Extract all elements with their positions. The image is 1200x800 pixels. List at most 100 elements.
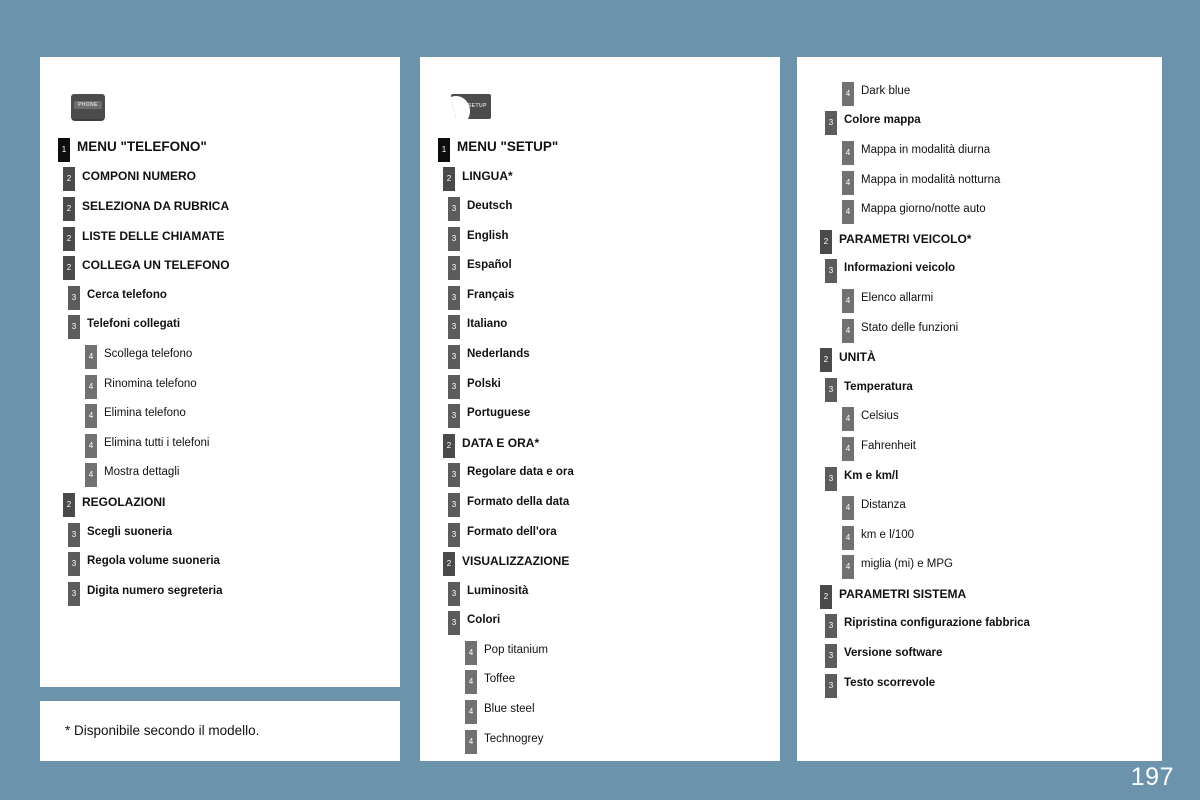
menu-item[interactable]: 4 Celsius — [797, 402, 1162, 432]
menu-level-badge: 2 — [63, 196, 75, 221]
menu-level-badge: 3 — [448, 522, 460, 547]
menu-item-label: Formato dell'ora — [467, 525, 557, 538]
menu-item[interactable]: 4 Distanza — [797, 490, 1162, 521]
menu-level-badge: 3 — [448, 256, 460, 281]
menu-item[interactable]: 3 Testo scorrevole — [797, 668, 1162, 698]
menu-item[interactable]: 3 Informazioni veicolo — [797, 254, 1162, 284]
menu-item[interactable]: 4 Elimina tutti i telefoni — [40, 428, 400, 458]
menu-item[interactable]: 4 Mappa in modalità notturna — [797, 165, 1162, 195]
menu-level-badge: 4 — [85, 344, 97, 369]
menu-level-badge: 3 — [448, 226, 460, 251]
menu-item-label: English — [467, 229, 509, 242]
menu-item[interactable]: 3 Français — [420, 280, 780, 310]
menu-item-label: LISTE DELLE CHIAMATE — [82, 228, 225, 243]
menu-item-label: SELEZIONA DA RUBRICA — [82, 198, 230, 213]
menu-item[interactable]: 3 Telefoni collegati — [40, 310, 400, 340]
menu-item[interactable]: 2 DATA E ORA* — [420, 428, 780, 458]
menu-item[interactable]: 1 MENU "SETUP" — [420, 132, 780, 162]
menu-item[interactable]: 3 Luminosità — [420, 576, 780, 606]
menu-item[interactable]: 2 VISUALIZZAZIONE — [420, 546, 780, 577]
menu-panel-setup-continued: 4 Dark blue 3 Colore mappa 4 Mappa in modalit… — [797, 57, 1162, 761]
menu-item-label: Luminosità — [467, 584, 529, 597]
footnote-panel: * Disponibile secondo il modello. — [40, 701, 400, 761]
menu-item[interactable]: 3 Cerca telefono — [40, 280, 400, 310]
menu-item-label: Mappa in modalità diurna — [861, 143, 991, 156]
menu-level-badge: 3 — [68, 552, 80, 577]
menu-item[interactable]: 3 Regola volume suoneria — [40, 546, 400, 577]
menu-item[interactable]: 3 Nederlands — [420, 339, 780, 369]
menu-level-badge: 4 — [842, 140, 854, 165]
menu-item[interactable]: 2 PARAMETRI SISTEMA — [797, 579, 1162, 609]
menu-item-label: MENU "TELEFONO" — [77, 139, 207, 155]
phone-icon-wrapper: PHONE — [71, 94, 105, 121]
menu-level-badge: 3 — [68, 581, 80, 606]
menu-level-badge: 4 — [842, 525, 854, 550]
menu-level-badge: 3 — [825, 614, 837, 639]
menu-item[interactable]: 3 Formato della data — [420, 487, 780, 517]
menu-item[interactable]: 2 LINGUA* — [420, 162, 780, 192]
menu-item[interactable]: 2 UNITÀ — [797, 342, 1162, 373]
menu-item[interactable]: 3 Scegli suoneria — [40, 517, 400, 547]
menu-level-badge: 3 — [448, 315, 460, 340]
setup-icon: SETUP — [451, 94, 491, 119]
menu-item[interactable]: 2 COLLEGA UN TELEFONO — [40, 250, 400, 281]
menu-item[interactable]: 3 Km e km/l — [797, 461, 1162, 491]
menu-item-label: Elimina tutti i telefoni — [104, 436, 210, 449]
menu-item[interactable]: 4 Elimina telefono — [40, 398, 400, 429]
menu-item[interactable]: 2 SELEZIONA DA RUBRICA — [40, 191, 400, 221]
menu-item[interactable]: 1 MENU "TELEFONO" — [40, 132, 400, 162]
menu-level-badge: 2 — [63, 256, 75, 281]
menu-item-label: Temperatura — [844, 380, 913, 393]
menu-item[interactable]: 3 Español — [420, 250, 780, 281]
menu-item[interactable]: 3 Temperatura — [797, 372, 1162, 402]
setup-icon-wrapper: SETUP — [451, 94, 491, 119]
menu-item[interactable]: 2 PARAMETRI VEICOLO* — [797, 224, 1162, 254]
menu-item[interactable]: 3 Portuguese — [420, 398, 780, 429]
menu-item[interactable]: 4 Mostra dettagli — [40, 458, 400, 488]
menu-level-badge: 3 — [825, 377, 837, 402]
menu-level-badge: 4 — [842, 200, 854, 225]
menu-item[interactable]: 4 km e l/100 — [797, 520, 1162, 550]
menu-item[interactable]: 4 Technogrey — [420, 724, 780, 754]
menu-level-badge: 4 — [842, 407, 854, 432]
menu-item[interactable]: 3 Colore mappa — [797, 106, 1162, 136]
menu-item[interactable]: 2 LISTE DELLE CHIAMATE — [40, 221, 400, 251]
menu-level-badge: 4 — [465, 700, 477, 725]
menu-item[interactable]: 3 Digita numero segreteria — [40, 576, 400, 606]
menu-level-badge: 3 — [825, 466, 837, 491]
menu-item[interactable]: 2 COMPONI NUMERO — [40, 162, 400, 192]
menu-item[interactable]: 4 Rinomina telefono — [40, 369, 400, 399]
menu-item-label: Digita numero segreteria — [87, 584, 223, 597]
menu-panel-telefono: PHONE 1 MENU "TELEFONO" 2 COMPONI NUMERO 2 SE… — [40, 57, 400, 687]
menu-item[interactable]: 4 Elenco allarmi — [797, 283, 1162, 313]
menu-item-label: Deutsch — [467, 199, 513, 212]
menu-item[interactable]: 3 Ripristina configurazione fabbrica — [797, 609, 1162, 639]
menu-item[interactable]: 3 Formato dell'ora — [420, 517, 780, 547]
menu-item[interactable]: 4 Toffee — [420, 665, 780, 695]
menu-item-label: PARAMETRI SISTEMA — [839, 586, 967, 601]
menu-level-badge: 4 — [465, 729, 477, 754]
menu-item[interactable]: 4 Pop titanium — [420, 635, 780, 665]
menu-item-label: Cerca telefono — [87, 288, 167, 301]
menu-item-label: Colore mappa — [844, 114, 921, 127]
menu-panel-setup: SETUP 1 MENU "SETUP" 2 LINGUA* 3 Deutsch 3 Engl… — [420, 57, 780, 761]
menu-item[interactable]: 3 English — [420, 221, 780, 251]
menu-item[interactable]: 3 Deutsch — [420, 191, 780, 221]
menu-item[interactable]: 4 Fahrenheit — [797, 431, 1162, 461]
menu-item[interactable]: 3 Versione software — [797, 638, 1162, 669]
menu-item[interactable]: 4 Scollega telefono — [40, 339, 400, 369]
menu-item[interactable]: 4 Mappa giorno/notte auto — [797, 194, 1162, 225]
menu-item[interactable]: 4 Stato delle funzioni — [797, 313, 1162, 343]
menu-item[interactable]: 4 Dark blue — [797, 76, 1162, 106]
menu-item[interactable]: 3 Regolare data e ora — [420, 458, 780, 488]
menu-item[interactable]: 4 Mappa in modalità diurna — [797, 135, 1162, 165]
menu-item[interactable]: 3 Colori — [420, 606, 780, 636]
menu-level-badge: 4 — [465, 640, 477, 665]
menu-item[interactable]: 2 REGOLAZIONI — [40, 487, 400, 517]
menu-item[interactable]: 3 Italiano — [420, 310, 780, 340]
menu-level-badge: 4 — [842, 555, 854, 580]
menu-item[interactable]: 4 miglia (mi) e MPG — [797, 550, 1162, 580]
menu-item[interactable]: 3 Polski — [420, 369, 780, 399]
menu-item[interactable]: 4 Blue steel — [420, 694, 780, 725]
menu-level-badge: 4 — [842, 170, 854, 195]
